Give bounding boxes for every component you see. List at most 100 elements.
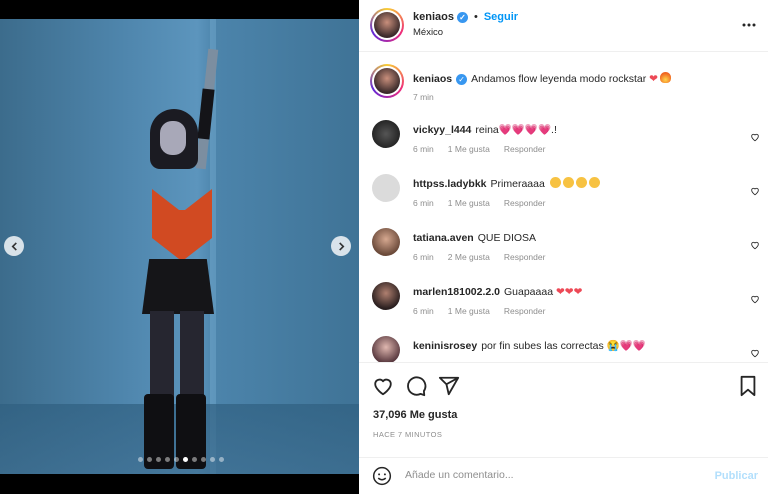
heart-icon — [751, 241, 759, 250]
comment-icon — [407, 376, 427, 397]
reply-button[interactable]: Responder — [504, 306, 546, 316]
commenter-username[interactable]: httpss.ladybkk — [413, 178, 487, 190]
comment-meta: 6 min 1 Me gusta Responder — [413, 144, 545, 154]
like-button[interactable] — [372, 375, 394, 397]
carousel-dot — [156, 457, 161, 462]
author-line: keniaos ✓ • Seguir — [413, 11, 518, 23]
carousel-dot — [192, 457, 197, 462]
verified-badge-icon: ✓ — [456, 74, 468, 85]
heart-icon — [751, 133, 759, 142]
post-location[interactable]: México — [413, 27, 443, 38]
commenter-avatar[interactable] — [372, 336, 400, 362]
caption-username[interactable]: keniaos — [413, 73, 452, 85]
heart-eyes-icon — [575, 177, 587, 188]
carousel-next-button[interactable] — [331, 236, 351, 256]
comment-likes[interactable]: 1 Me gusta — [448, 144, 490, 154]
publish-button[interactable]: Publicar — [715, 470, 758, 482]
comments-list[interactable]: keniaos ✓ Andamos flow leyenda modo rockst… — [359, 52, 768, 362]
comment-composer: Publicar — [359, 457, 768, 494]
more-options-button[interactable] — [742, 14, 756, 30]
comment-input[interactable] — [405, 469, 705, 481]
subject-face — [160, 121, 186, 155]
comment-like-button[interactable] — [750, 348, 760, 361]
commenter-avatar[interactable] — [372, 228, 400, 256]
chevron-left-icon — [11, 241, 17, 251]
emoji-picker-button[interactable] — [372, 466, 392, 486]
comment-like-button[interactable] — [750, 294, 760, 307]
follow-button[interactable]: Seguir — [484, 11, 518, 23]
subject-skirt — [142, 259, 214, 314]
caption-meta: 7 min — [413, 92, 434, 102]
red-heart-icon: ❤ — [649, 73, 658, 85]
commenter-username[interactable]: tatiana.aven — [413, 232, 474, 244]
reply-button[interactable]: Responder — [504, 198, 546, 208]
chevron-right-icon — [338, 241, 344, 251]
comment-row: tatiana.aven QUE DIOSA 6 min 2 Me gusta R… — [359, 228, 768, 276]
reply-button[interactable]: Responder — [504, 144, 546, 154]
heart-icon — [374, 378, 392, 396]
comment-likes[interactable]: 1 Me gusta — [448, 306, 490, 316]
comment-meta: 6 min 2 Me gusta Responder — [413, 252, 545, 262]
comment-text-line: vickyy_l444 reina💗💗💗💗.! — [413, 123, 557, 137]
avatar-image — [374, 12, 400, 38]
red-heart-icon: ❤ — [564, 286, 574, 298]
comment-time: 6 min — [413, 252, 434, 262]
smiley-icon — [372, 466, 392, 486]
comment-time: 6 min — [413, 144, 434, 154]
comment-text-line: httpss.ladybkk Primeraaaa — [413, 177, 600, 191]
heart-icon — [751, 295, 759, 304]
heart-eyes-icon — [562, 177, 574, 188]
comment-row: keninisrosey por fin subes las correctas … — [359, 336, 768, 362]
comment-likes[interactable]: 1 Me gusta — [448, 198, 490, 208]
carousel-dots — [138, 457, 224, 462]
post-header: keniaos ✓ • Seguir México — [359, 0, 768, 52]
post-media — [0, 0, 359, 494]
carousel-dot — [183, 457, 188, 462]
commenter-username[interactable]: vickyy_l444 — [413, 124, 471, 136]
carousel-dot — [210, 457, 215, 462]
caption-text: Andamos flow leyenda modo rockstar — [471, 73, 647, 85]
comment-text-line: tatiana.aven QUE DIOSA — [413, 231, 536, 245]
commenter-avatar[interactable] — [372, 174, 400, 202]
comment-text: Guapaaaa — [503, 286, 554, 298]
carousel-dot — [147, 457, 152, 462]
heart-icon — [751, 349, 759, 358]
author-avatar[interactable] — [370, 8, 404, 42]
post-actions: 37,096 Me gusta HACE 7 MINUTOS — [359, 362, 768, 452]
heart-icon — [751, 187, 759, 196]
post-caption: keniaos ✓ Andamos flow leyenda modo rockst… — [359, 64, 768, 112]
avatar-frame — [372, 66, 402, 96]
red-heart-icon: ❤ — [555, 286, 565, 298]
comment-like-button[interactable] — [750, 132, 760, 145]
likes-count[interactable]: 37,096 Me gusta — [373, 409, 457, 421]
carousel-dot — [138, 457, 143, 462]
comment-text: por fin subes las correctas 😭💗💗 — [481, 340, 646, 352]
heart-eyes-icon — [588, 177, 600, 188]
more-horizontal-icon — [742, 23, 756, 27]
comment-row: marlen181002.2.0 Guapaaaa ❤❤❤ 6 min 1 Me … — [359, 282, 768, 330]
author-username[interactable]: keniaos — [413, 11, 454, 23]
commenter-username[interactable]: keninisrosey — [413, 340, 477, 352]
caption-text-line: keniaos ✓ Andamos flow leyenda modo rockst… — [413, 72, 671, 86]
carousel-dot — [201, 457, 206, 462]
post-photo[interactable] — [0, 19, 359, 474]
commenter-avatar[interactable] — [372, 120, 400, 148]
commenter-avatar[interactable] — [372, 282, 400, 310]
reply-button[interactable]: Responder — [504, 252, 546, 262]
caption-avatar[interactable] — [370, 64, 404, 98]
save-button[interactable] — [737, 375, 759, 397]
photo-subject — [120, 48, 230, 469]
comment-like-button[interactable] — [750, 186, 760, 199]
comment-button[interactable] — [405, 375, 427, 397]
separator: • — [473, 11, 478, 23]
media-top-bar — [0, 0, 359, 19]
comment-likes[interactable]: 2 Me gusta — [448, 252, 490, 262]
comment-row: httpss.ladybkk Primeraaaa 6 min 1 Me gust… — [359, 174, 768, 222]
share-button[interactable] — [438, 375, 460, 397]
comment-like-button[interactable] — [750, 240, 760, 253]
comment-text: reina💗💗💗💗.! — [475, 124, 557, 136]
commenter-username[interactable]: marlen181002.2.0 — [413, 286, 500, 298]
caption-time: 7 min — [413, 92, 434, 102]
subject-glove — [197, 88, 215, 140]
carousel-prev-button[interactable] — [4, 236, 24, 256]
